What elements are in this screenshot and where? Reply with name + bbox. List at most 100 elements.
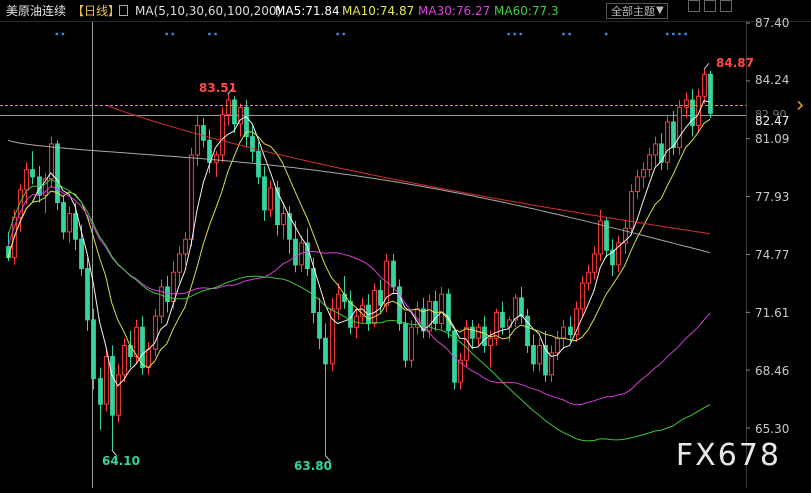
candle-body bbox=[226, 99, 231, 116]
candle-body bbox=[702, 73, 707, 97]
candle-body bbox=[317, 312, 322, 339]
candle-body bbox=[61, 202, 66, 233]
candle-body bbox=[165, 286, 170, 303]
signal-dot bbox=[342, 32, 346, 36]
candle-body bbox=[391, 260, 396, 288]
signal-dot bbox=[604, 32, 608, 36]
candle-body bbox=[476, 326, 481, 339]
candle-body bbox=[665, 121, 670, 163]
symbol-name[interactable]: 美原油连续 bbox=[6, 0, 66, 22]
candle-body bbox=[629, 191, 634, 229]
ma60-value: MA60:77.3 bbox=[494, 4, 559, 18]
candle-body bbox=[85, 268, 90, 321]
candle-body bbox=[116, 374, 121, 416]
candle-body bbox=[647, 154, 652, 171]
candle-body bbox=[500, 312, 505, 328]
candle-body bbox=[708, 73, 713, 114]
candle-body bbox=[684, 99, 689, 108]
candle-body bbox=[641, 169, 646, 178]
signal-dot bbox=[684, 32, 687, 36]
y-tick-label: 81.09 bbox=[755, 132, 790, 146]
restore-icon[interactable] bbox=[704, 0, 716, 12]
candle-body bbox=[323, 337, 328, 365]
candle-body bbox=[372, 290, 377, 325]
candle-body bbox=[183, 238, 188, 255]
signal-dot bbox=[562, 32, 565, 36]
candle-body bbox=[635, 176, 640, 193]
y-tick-label: 71.61 bbox=[755, 306, 790, 320]
candle-body bbox=[464, 326, 469, 361]
ma-params[interactable]: MA(5,10,30,60,100,200) bbox=[135, 0, 281, 22]
candle-body bbox=[189, 154, 194, 240]
signal-dot bbox=[171, 32, 175, 36]
candle-body bbox=[140, 326, 145, 369]
candle-body bbox=[287, 213, 292, 240]
candle-body bbox=[293, 238, 298, 266]
candle-body bbox=[104, 356, 109, 405]
candle-body bbox=[275, 187, 280, 226]
candle-body bbox=[592, 253, 597, 273]
peak-label: 83.51 bbox=[199, 81, 237, 95]
candle-body bbox=[171, 271, 176, 303]
candle-body bbox=[482, 326, 487, 347]
candle-body bbox=[214, 154, 219, 163]
candle-body bbox=[281, 213, 286, 226]
maximize-icon[interactable] bbox=[720, 0, 732, 12]
chevron-down-icon[interactable]: ▼ bbox=[656, 3, 664, 19]
candle-body bbox=[519, 297, 524, 317]
period-label[interactable]: 【日线】 bbox=[72, 0, 120, 22]
candle-body bbox=[348, 301, 353, 328]
settings-icon[interactable] bbox=[119, 5, 128, 16]
candle-body bbox=[677, 106, 682, 149]
candle-body bbox=[79, 238, 84, 270]
candle-body bbox=[311, 268, 316, 314]
candle-body bbox=[409, 326, 414, 361]
candle-body bbox=[91, 319, 96, 380]
candle-body bbox=[110, 356, 115, 416]
high-label: 84.87 bbox=[716, 56, 754, 70]
chart-header: 美原油连续 【日线】 MA(5,10,30,60,100,200) MA5:71… bbox=[0, 0, 811, 22]
candle-body bbox=[177, 253, 182, 273]
current-price-label: 82.47 bbox=[755, 114, 790, 128]
signal-dot bbox=[61, 32, 65, 36]
signal-dot bbox=[208, 32, 211, 36]
ma30-value: MA30:76.27 bbox=[418, 4, 491, 18]
candle-body bbox=[561, 326, 566, 339]
signal-dot bbox=[678, 32, 681, 36]
candle-body bbox=[122, 345, 127, 376]
candle-body bbox=[531, 345, 536, 365]
candle-body bbox=[470, 326, 475, 339]
minimize-icon[interactable] bbox=[688, 0, 700, 12]
candle-body bbox=[30, 169, 35, 178]
candle-body bbox=[134, 326, 139, 358]
y-tick-label: 74.77 bbox=[755, 248, 790, 262]
candle-body bbox=[488, 337, 493, 347]
candle-body bbox=[586, 271, 591, 284]
candle-body bbox=[446, 293, 451, 332]
y-tick-label: 77.93 bbox=[755, 190, 790, 204]
candle-body bbox=[555, 337, 560, 354]
signal-dot bbox=[214, 32, 217, 36]
y-tick-label: 68.46 bbox=[755, 364, 790, 378]
candle-body bbox=[98, 378, 103, 405]
candle-body bbox=[537, 345, 542, 365]
candle-body bbox=[653, 143, 658, 156]
candle-body bbox=[580, 282, 585, 310]
candlestick-chart[interactable] bbox=[0, 0, 811, 493]
signal-dot bbox=[568, 32, 571, 36]
candle-body bbox=[232, 99, 237, 125]
candle-body bbox=[195, 125, 200, 156]
ma5-value: MA5:71.84 bbox=[275, 4, 340, 18]
y-tick-label: 65.30 bbox=[755, 422, 790, 436]
candle-body bbox=[336, 293, 341, 310]
candle-body bbox=[262, 176, 267, 211]
candle-body bbox=[67, 213, 72, 233]
candle-body bbox=[604, 220, 609, 251]
candle-body bbox=[568, 326, 573, 336]
candle-body bbox=[439, 293, 444, 325]
watermark-logo: FX678 bbox=[675, 438, 781, 473]
candle-body bbox=[201, 125, 206, 141]
signal-dot bbox=[336, 32, 340, 36]
candle-body bbox=[598, 220, 603, 255]
extreme-pointer bbox=[703, 63, 710, 70]
